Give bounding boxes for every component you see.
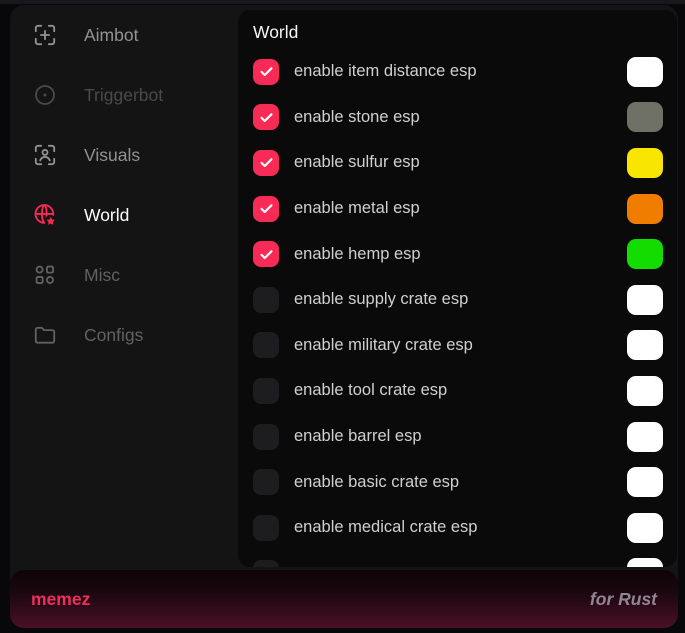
esp-option-row: enable metal esp	[238, 186, 677, 232]
esp-option-row: enable basic crate esp	[238, 459, 677, 505]
esp-color-swatch[interactable]	[627, 102, 663, 132]
esp-color-swatch[interactable]	[627, 148, 663, 178]
sidebar-item-world[interactable]: World	[10, 185, 238, 245]
esp-color-swatch[interactable]	[627, 330, 663, 360]
esp-color-swatch[interactable]	[627, 467, 663, 497]
esp-color-swatch[interactable]	[627, 422, 663, 452]
esp-checkbox[interactable]	[253, 59, 279, 85]
esp-color-swatch[interactable]	[627, 239, 663, 269]
checkmark-icon	[258, 63, 275, 80]
brand-name: memez	[31, 589, 90, 610]
sidebar-item-triggerbot[interactable]: Triggerbot	[10, 65, 238, 125]
sidebar: Aimbot Triggerbot Visuals World Misc Con…	[10, 5, 238, 365]
esp-checkbox[interactable]	[253, 560, 279, 567]
configs-folder-icon	[32, 322, 58, 348]
misc-grid-icon	[32, 262, 58, 288]
esp-option-label: enable military crate esp	[294, 336, 473, 355]
esp-panel: World enable item distance esp enable st…	[238, 10, 677, 567]
sidebar-item-label: Visuals	[84, 145, 140, 166]
esp-option-row: enable stone esp	[238, 95, 677, 141]
menu-window: Aimbot Triggerbot Visuals World Misc Con…	[10, 5, 678, 628]
esp-option-row: enable barrel esp	[238, 414, 677, 460]
esp-option-row: enable hemp esp	[238, 231, 677, 277]
esp-option-label: enable item distance esp	[294, 62, 477, 81]
esp-option-label: enable hemp esp	[294, 245, 421, 264]
esp-checkbox[interactable]	[253, 378, 279, 404]
sidebar-item-label: Misc	[84, 265, 120, 286]
sidebar-item-label: Aimbot	[84, 25, 138, 46]
esp-checkbox[interactable]	[253, 104, 279, 130]
background-strip	[0, 0, 685, 4]
player-scan-icon	[32, 142, 58, 168]
sidebar-item-aimbot[interactable]: Aimbot	[10, 5, 238, 65]
esp-color-swatch[interactable]	[627, 558, 663, 567]
checkmark-icon	[258, 109, 275, 126]
esp-color-swatch[interactable]	[627, 194, 663, 224]
esp-option-label: enable basic crate esp	[294, 473, 459, 492]
checkmark-icon	[258, 200, 275, 217]
esp-option-label: enable supply crate esp	[294, 290, 468, 309]
esp-checkbox[interactable]	[253, 196, 279, 222]
product-tagline: for Rust	[590, 589, 657, 610]
esp-color-swatch[interactable]	[627, 285, 663, 315]
esp-checkbox[interactable]	[253, 241, 279, 267]
esp-option-row: enable supply crate esp	[238, 277, 677, 323]
esp-option-row: enable tool crate esp	[238, 368, 677, 414]
esp-option-row	[238, 551, 677, 567]
sidebar-item-label: Configs	[84, 325, 143, 346]
sidebar-item-configs[interactable]: Configs	[10, 305, 238, 365]
sidebar-item-visuals[interactable]: Visuals	[10, 125, 238, 185]
globe-icon	[32, 202, 58, 228]
panel-title: World	[253, 22, 677, 43]
trigger-circle-icon	[32, 82, 58, 108]
esp-option-row: enable medical crate esp	[238, 505, 677, 551]
esp-option-row: enable sulfur esp	[238, 140, 677, 186]
sidebar-item-label: Triggerbot	[84, 85, 163, 106]
esp-color-swatch[interactable]	[627, 513, 663, 543]
esp-checkbox[interactable]	[253, 287, 279, 313]
footer: memez for Rust	[10, 570, 678, 628]
esp-option-label: enable medical crate esp	[294, 518, 477, 537]
crosshair-aim-icon	[32, 22, 58, 48]
esp-checkbox[interactable]	[253, 469, 279, 495]
esp-option-label: enable barrel esp	[294, 427, 422, 446]
esp-checkbox[interactable]	[253, 424, 279, 450]
esp-checkbox[interactable]	[253, 515, 279, 541]
checkmark-icon	[258, 154, 275, 171]
esp-option-label: enable tool crate esp	[294, 381, 447, 400]
esp-option-label: enable stone esp	[294, 108, 420, 127]
esp-checkbox[interactable]	[253, 150, 279, 176]
esp-option-label: enable metal esp	[294, 199, 420, 218]
esp-rows: enable item distance esp enable stone es…	[238, 49, 677, 567]
checkmark-icon	[258, 246, 275, 263]
esp-color-swatch[interactable]	[627, 57, 663, 87]
esp-checkbox[interactable]	[253, 332, 279, 358]
sidebar-item-misc[interactable]: Misc	[10, 245, 238, 305]
sidebar-item-label: World	[84, 205, 129, 226]
esp-option-label: enable sulfur esp	[294, 153, 420, 172]
esp-color-swatch[interactable]	[627, 376, 663, 406]
esp-option-row: enable military crate esp	[238, 323, 677, 369]
esp-option-row: enable item distance esp	[238, 49, 677, 95]
